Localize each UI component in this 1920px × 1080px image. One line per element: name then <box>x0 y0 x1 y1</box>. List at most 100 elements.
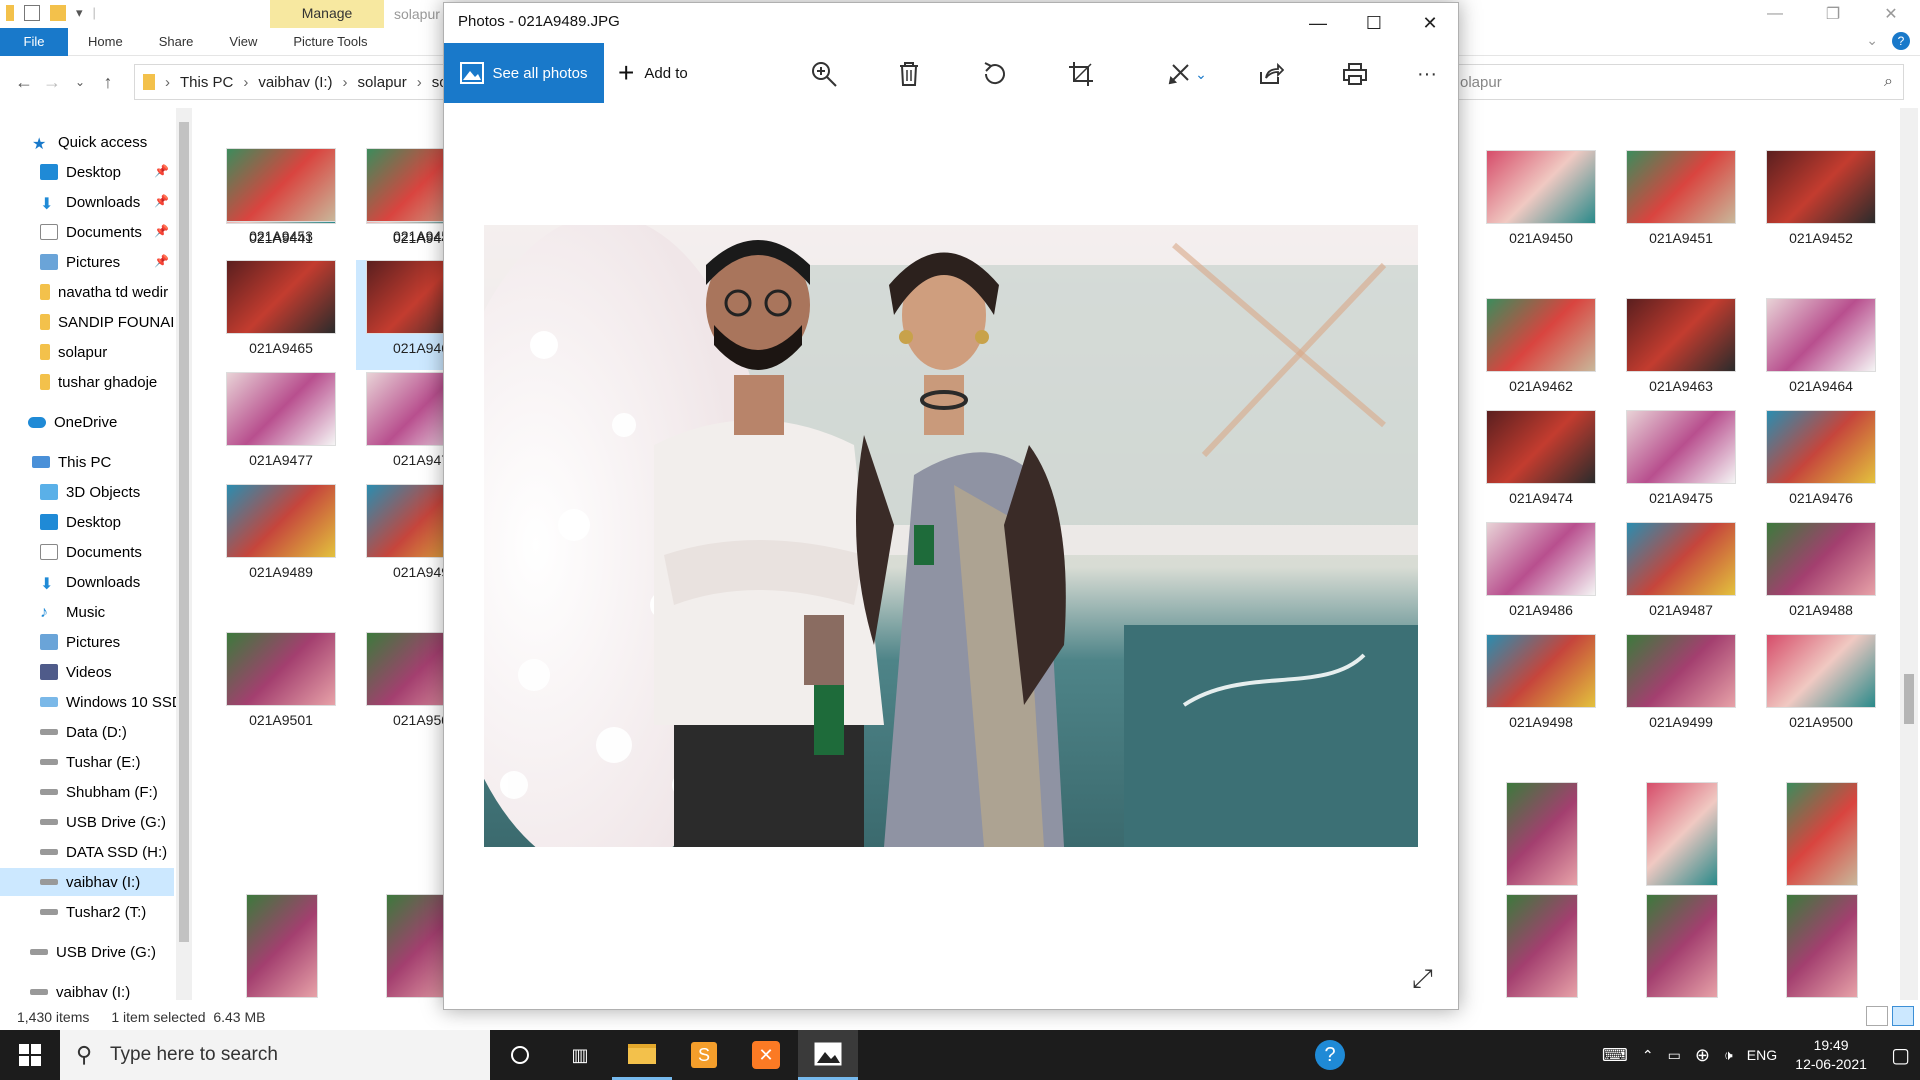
tab-picture-tools[interactable]: Picture Tools <box>275 34 385 49</box>
photo-viewer-image[interactable] <box>484 225 1418 847</box>
file-thumbnail[interactable]: 021A9462 <box>1476 298 1596 408</box>
tab-manage[interactable]: Manage <box>270 0 384 28</box>
restore-icon[interactable]: ❐ <box>1804 0 1862 28</box>
file-thumbnail[interactable] <box>1476 894 1596 1004</box>
nav-music[interactable]: ♪ Music <box>40 598 105 626</box>
zoom-in-icon[interactable] <box>809 59 839 89</box>
file-explorer-taskbar-button[interactable] <box>612 1030 672 1080</box>
nav-downloads[interactable]: ⬇ Downloads <box>40 568 140 596</box>
file-thumbnail[interactable]: 021A9501 <box>216 632 336 742</box>
nav-qa-pictures[interactable]: Pictures <box>40 248 120 276</box>
scrollbar-thumb[interactable] <box>179 122 189 942</box>
pin-icon[interactable]: 📌 <box>154 224 169 238</box>
file-thumbnail[interactable]: 021A9486 <box>1476 522 1596 632</box>
breadcrumb-solapur[interactable]: solapur <box>358 74 407 91</box>
file-thumbnail[interactable]: 021A9474 <box>1476 410 1596 520</box>
scrollbar-thumb[interactable] <box>1904 674 1914 724</box>
help-taskbar-button[interactable]: ? <box>1300 1030 1360 1080</box>
file-thumbnail[interactable]: 021A9463 <box>1616 298 1736 408</box>
new-folder-icon[interactable] <box>50 5 66 21</box>
nav-qa-folder[interactable]: solapur <box>40 338 107 366</box>
nav-qa-desktop[interactable]: Desktop <box>40 158 121 186</box>
keyboard-icon[interactable]: ⌨ <box>1602 1045 1628 1066</box>
nav-drive-t[interactable]: Tushar2 (T:) <box>40 898 146 926</box>
photos-taskbar-button[interactable] <box>798 1030 858 1080</box>
nav-drive-e[interactable]: Tushar (E:) <box>40 748 140 776</box>
see-all-photos-button[interactable]: See all photos <box>444 43 604 103</box>
tab-view[interactable]: View <box>211 34 275 49</box>
nav-3d-objects[interactable]: 3D Objects <box>40 478 140 506</box>
file-thumbnail[interactable]: 021A9452 <box>1756 150 1876 260</box>
file-thumbnail[interactable]: 021A9498 <box>1476 634 1596 744</box>
address-bar[interactable]: › This PC › vaibhav (I:) › solapur › so <box>134 64 452 100</box>
clock[interactable]: 19:49 12-06-2021 <box>1791 1036 1871 1074</box>
file-thumbnail[interactable] <box>1616 894 1736 1004</box>
file-thumbnail[interactable]: 021A9499 <box>1616 634 1736 744</box>
customize-toolbar-icon[interactable]: ▾ <box>76 5 83 21</box>
file-thumbnail[interactable]: 021A9476 <box>1756 410 1876 520</box>
nav-quick-access[interactable]: ★ Quick access <box>32 128 147 156</box>
language-indicator[interactable]: ENG <box>1747 1047 1777 1063</box>
file-thumbnail[interactable]: 021A9489 <box>216 484 336 594</box>
file-thumbnail[interactable]: 021A9451 <box>1616 150 1736 260</box>
nav-documents[interactable]: Documents <box>40 538 142 566</box>
cortana-icon[interactable] <box>490 1030 550 1080</box>
nav-videos[interactable]: Videos <box>40 658 112 686</box>
rotate-icon[interactable] <box>980 59 1010 89</box>
up-icon[interactable]: ↑ <box>94 72 122 93</box>
crop-icon[interactable] <box>1066 59 1096 89</box>
nav-pictures[interactable]: Pictures <box>40 628 120 656</box>
file-thumbnail[interactable] <box>1756 894 1876 1004</box>
nav-qa-folder[interactable]: navatha td wedir <box>40 278 168 306</box>
breadcrumb-vaibhav[interactable]: vaibhav (I:) <box>258 74 332 91</box>
pin-icon[interactable]: 📌 <box>154 194 169 208</box>
file-thumbnail[interactable]: 021A9510 <box>1476 782 1596 908</box>
nav-drive-h[interactable]: DATA SSD (H:) <box>40 838 167 866</box>
nav-drive-g[interactable]: USB Drive (G:) <box>40 808 166 836</box>
nav-this-pc[interactable]: This PC <box>32 448 111 476</box>
nav-qa-folder[interactable]: tushar ghadoje <box>40 368 157 396</box>
nav-qa-folder[interactable]: SANDIP FOUNAI <box>40 308 174 336</box>
nav-drive-i[interactable]: vaibhav (I:) <box>0 868 174 896</box>
more-options-icon[interactable]: ··· <box>1412 59 1442 89</box>
nav-onedrive[interactable]: OneDrive <box>28 408 117 436</box>
nav-usb-drive[interactable]: USB Drive (G:) <box>30 938 156 966</box>
maximize-icon[interactable]: ☐ <box>1346 3 1402 43</box>
forward-icon[interactable]: → <box>38 72 66 93</box>
search-input[interactable]: olapur ⌕ <box>1456 64 1904 100</box>
task-view-icon[interactable]: ▥ <box>550 1030 610 1080</box>
folder-icon[interactable] <box>6 5 14 21</box>
file-thumbnail[interactable]: 021A9475 <box>1616 410 1736 520</box>
nav-qa-documents[interactable]: Documents <box>40 218 142 246</box>
file-thumbnail[interactable]: 021A9488 <box>1756 522 1876 632</box>
full-screen-icon[interactable]: ⤢ <box>1412 963 1433 995</box>
notifications-icon[interactable]: ▢ <box>1891 1043 1910 1068</box>
file-thumbnail[interactable]: 021A9450 <box>1476 150 1596 260</box>
close-icon[interactable]: ✕ <box>1862 0 1920 28</box>
back-icon[interactable]: ← <box>10 72 38 93</box>
file-thumbnail[interactable]: 021A9464 <box>1756 298 1876 408</box>
delete-icon[interactable] <box>894 59 924 89</box>
file-thumbnail[interactable]: 021A9511 <box>1616 782 1736 908</box>
close-icon[interactable]: ✕ <box>1402 3 1458 43</box>
tab-file[interactable]: File <box>0 27 68 56</box>
file-thumbnail[interactable]: 021A9453 <box>216 148 336 258</box>
breadcrumb-this-pc[interactable]: This PC <box>180 74 233 91</box>
nav-drive-f[interactable]: Shubham (F:) <box>40 778 158 806</box>
taskbar-search-input[interactable]: ⚲ Type here to search <box>60 1030 490 1080</box>
nav-scrollbar[interactable] <box>176 108 192 1000</box>
pin-icon[interactable]: 📌 <box>154 164 169 178</box>
tab-share[interactable]: Share <box>141 34 212 49</box>
properties-icon[interactable] <box>24 5 40 21</box>
battery-icon[interactable]: ▭ <box>1668 1047 1681 1064</box>
add-to-button[interactable]: + Add to <box>618 57 688 89</box>
minimize-icon[interactable]: — <box>1290 3 1346 43</box>
nav-drive-d[interactable]: Data (D:) <box>40 718 127 746</box>
file-thumbnail[interactable]: 021A9477 <box>216 372 336 482</box>
details-view-button[interactable] <box>1866 1006 1888 1026</box>
file-thumbnail[interactable]: 021A9512 <box>1756 782 1876 908</box>
edit-draw-icon[interactable]: ⌄ <box>1162 59 1212 89</box>
help-icon[interactable]: ? <box>1892 32 1910 50</box>
file-thumbnail[interactable] <box>216 894 336 1004</box>
recent-locations-icon[interactable]: ⌄ <box>66 75 94 89</box>
